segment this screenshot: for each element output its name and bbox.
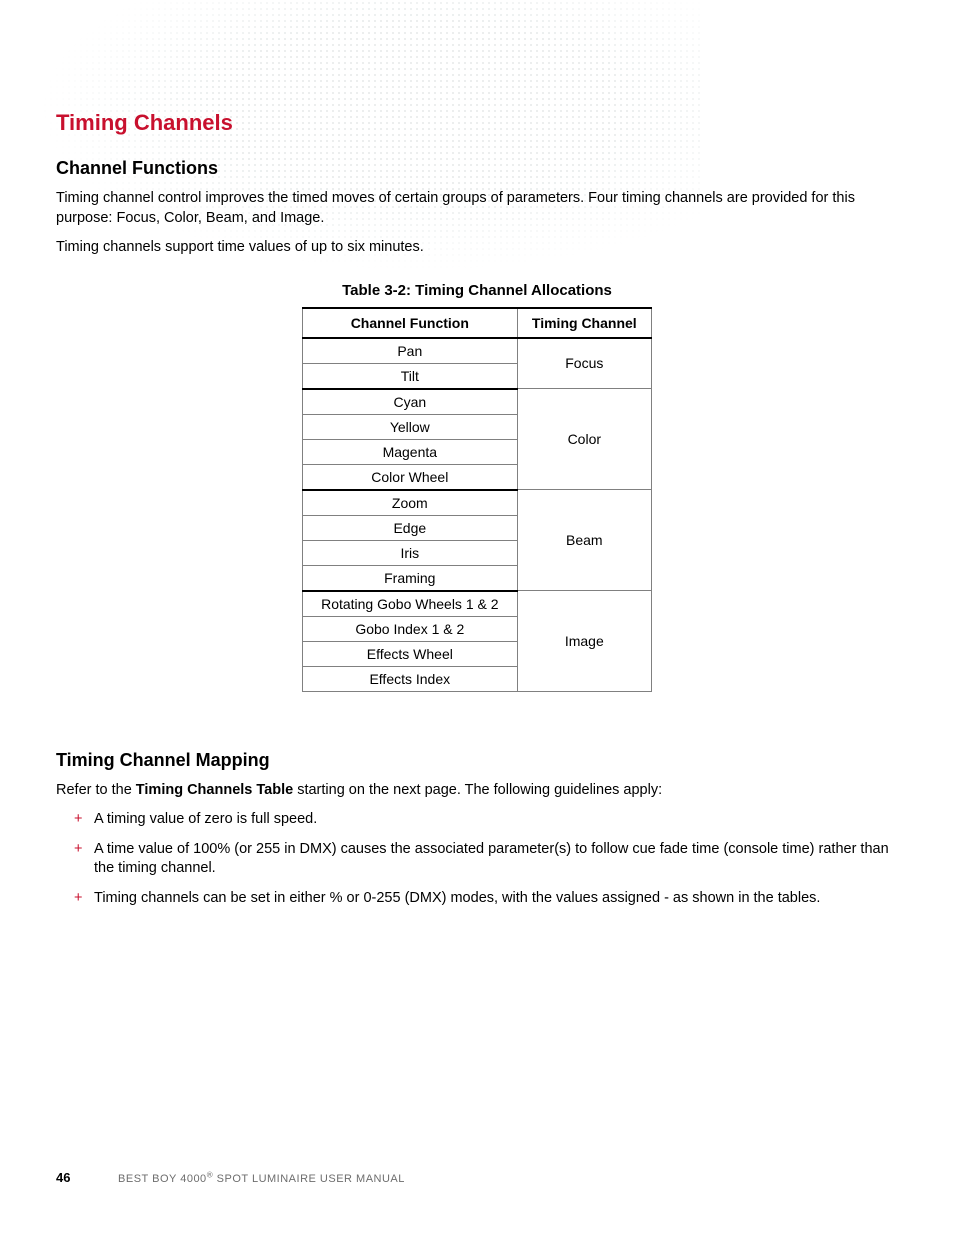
mapping-heading: Timing Channel Mapping (56, 750, 898, 771)
table-row: Rotating Gobo Wheels 1 & 2 Image (303, 591, 652, 617)
cell-function: Iris (303, 540, 518, 565)
list-item: A time value of 100% (or 255 in DMX) cau… (74, 840, 898, 879)
cell-function: Zoom (303, 490, 518, 516)
mapping-intro-prefix: Refer to the (56, 782, 136, 798)
cell-timing: Focus (517, 338, 651, 389)
cell-function: Yellow (303, 414, 518, 439)
table-caption: Table 3-2: Timing Channel Allocations (56, 282, 898, 299)
footer-product-suffix: SPOT LUMINAIRE USER MANUAL (213, 1173, 405, 1185)
channel-functions-p1: Timing channel control improves the time… (56, 189, 898, 228)
table-row: Cyan Color (303, 389, 652, 415)
cell-timing: Beam (517, 490, 651, 591)
cell-function: Framing (303, 565, 518, 591)
timing-allocations-table: Channel Function Timing Channel Pan Focu… (302, 307, 652, 692)
footer-product-prefix: BEST BOY 4000 (118, 1173, 207, 1185)
mapping-bullets: A timing value of zero is full speed. A … (56, 810, 898, 908)
cell-timing: Color (517, 389, 651, 490)
mapping-intro-bold: Timing Channels Table (136, 782, 293, 798)
list-item: A timing value of zero is full speed. (74, 810, 898, 830)
cell-function: Cyan (303, 389, 518, 415)
page-number: 46 (56, 1170, 70, 1185)
cell-function: Effects Index (303, 666, 518, 691)
cell-function: Magenta (303, 439, 518, 464)
cell-function: Pan (303, 338, 518, 364)
cell-function: Effects Wheel (303, 641, 518, 666)
table-header-function: Channel Function (303, 308, 518, 338)
page-footer: 46 BEST BOY 4000® SPOT LUMINAIRE USER MA… (56, 1170, 898, 1185)
table-row: Zoom Beam (303, 490, 652, 516)
channel-functions-heading: Channel Functions (56, 158, 898, 179)
cell-timing: Image (517, 591, 651, 692)
cell-function: Rotating Gobo Wheels 1 & 2 (303, 591, 518, 617)
page-content: Timing Channels Channel Functions Timing… (0, 0, 954, 909)
cell-function: Gobo Index 1 & 2 (303, 616, 518, 641)
cell-function: Color Wheel (303, 464, 518, 490)
channel-functions-p2: Timing channels support time values of u… (56, 238, 898, 258)
list-item: Timing channels can be set in either % o… (74, 889, 898, 909)
cell-function: Tilt (303, 363, 518, 389)
mapping-intro-suffix: starting on the next page. The following… (293, 782, 662, 798)
table-row: Pan Focus (303, 338, 652, 364)
cell-function: Edge (303, 515, 518, 540)
mapping-intro: Refer to the Timing Channels Table start… (56, 781, 898, 801)
table-header-timing: Timing Channel (517, 308, 651, 338)
section-title: Timing Channels (56, 110, 898, 136)
